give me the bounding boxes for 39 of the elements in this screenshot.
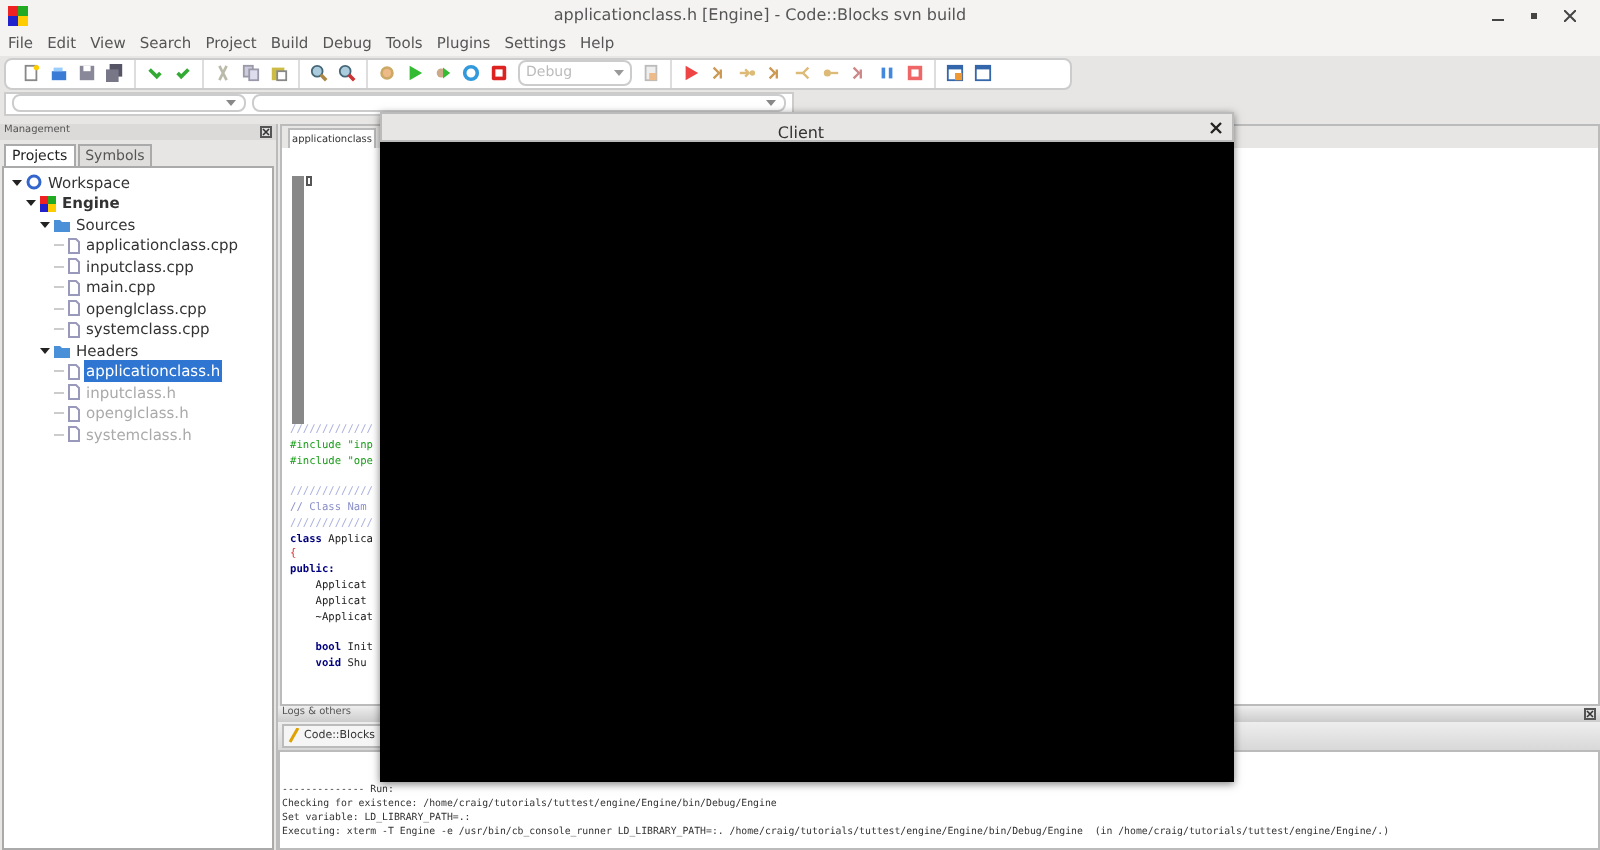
caret-icon [766,100,776,106]
window-title: Client [777,123,825,141]
close-icon[interactable] [1210,121,1222,133]
caret-icon [226,100,236,106]
collapse-arrow-icon[interactable] [40,219,50,230]
pencil-icon [288,728,300,744]
paste-icon[interactable] [270,64,288,82]
window-icon[interactable] [946,64,964,82]
close-icon[interactable] [260,126,272,138]
folder-icon [54,343,70,358]
window-title: applicationclass.h [Engine] - Code::Blocks svn build [553,5,967,23]
play-icon[interactable] [406,64,424,82]
caret-icon [614,70,624,76]
folder-icon [54,217,70,232]
save-icon[interactable] [78,64,96,82]
document-icon[interactable] [642,64,660,82]
play-icon[interactable] [682,64,700,82]
stop-icon[interactable] [490,64,508,82]
collapse-arrow-icon[interactable] [26,198,36,209]
copy-icon[interactable] [242,64,260,82]
app-logo-icon [8,5,28,25]
replace-icon[interactable] [338,64,356,82]
save-all-icon[interactable] [106,64,124,82]
project-icon [40,195,56,212]
text-cursor [306,176,312,186]
pause-icon[interactable] [878,64,896,82]
stop-icon[interactable] [906,64,924,82]
new-file-icon[interactable] [22,64,40,82]
collapse-arrow-icon[interactable] [12,177,22,188]
collapse-arrow-icon[interactable] [40,345,50,356]
window-icon[interactable] [974,64,992,82]
open-icon[interactable] [50,64,68,82]
maximize-icon[interactable] [1528,9,1540,21]
workspace-icon [26,174,42,191]
symbol-dropdown[interactable] [252,94,786,112]
search-icon[interactable] [310,64,328,82]
close-icon[interactable] [1564,9,1576,21]
cut-icon[interactable] [214,64,232,82]
close-icon[interactable] [1584,708,1596,720]
